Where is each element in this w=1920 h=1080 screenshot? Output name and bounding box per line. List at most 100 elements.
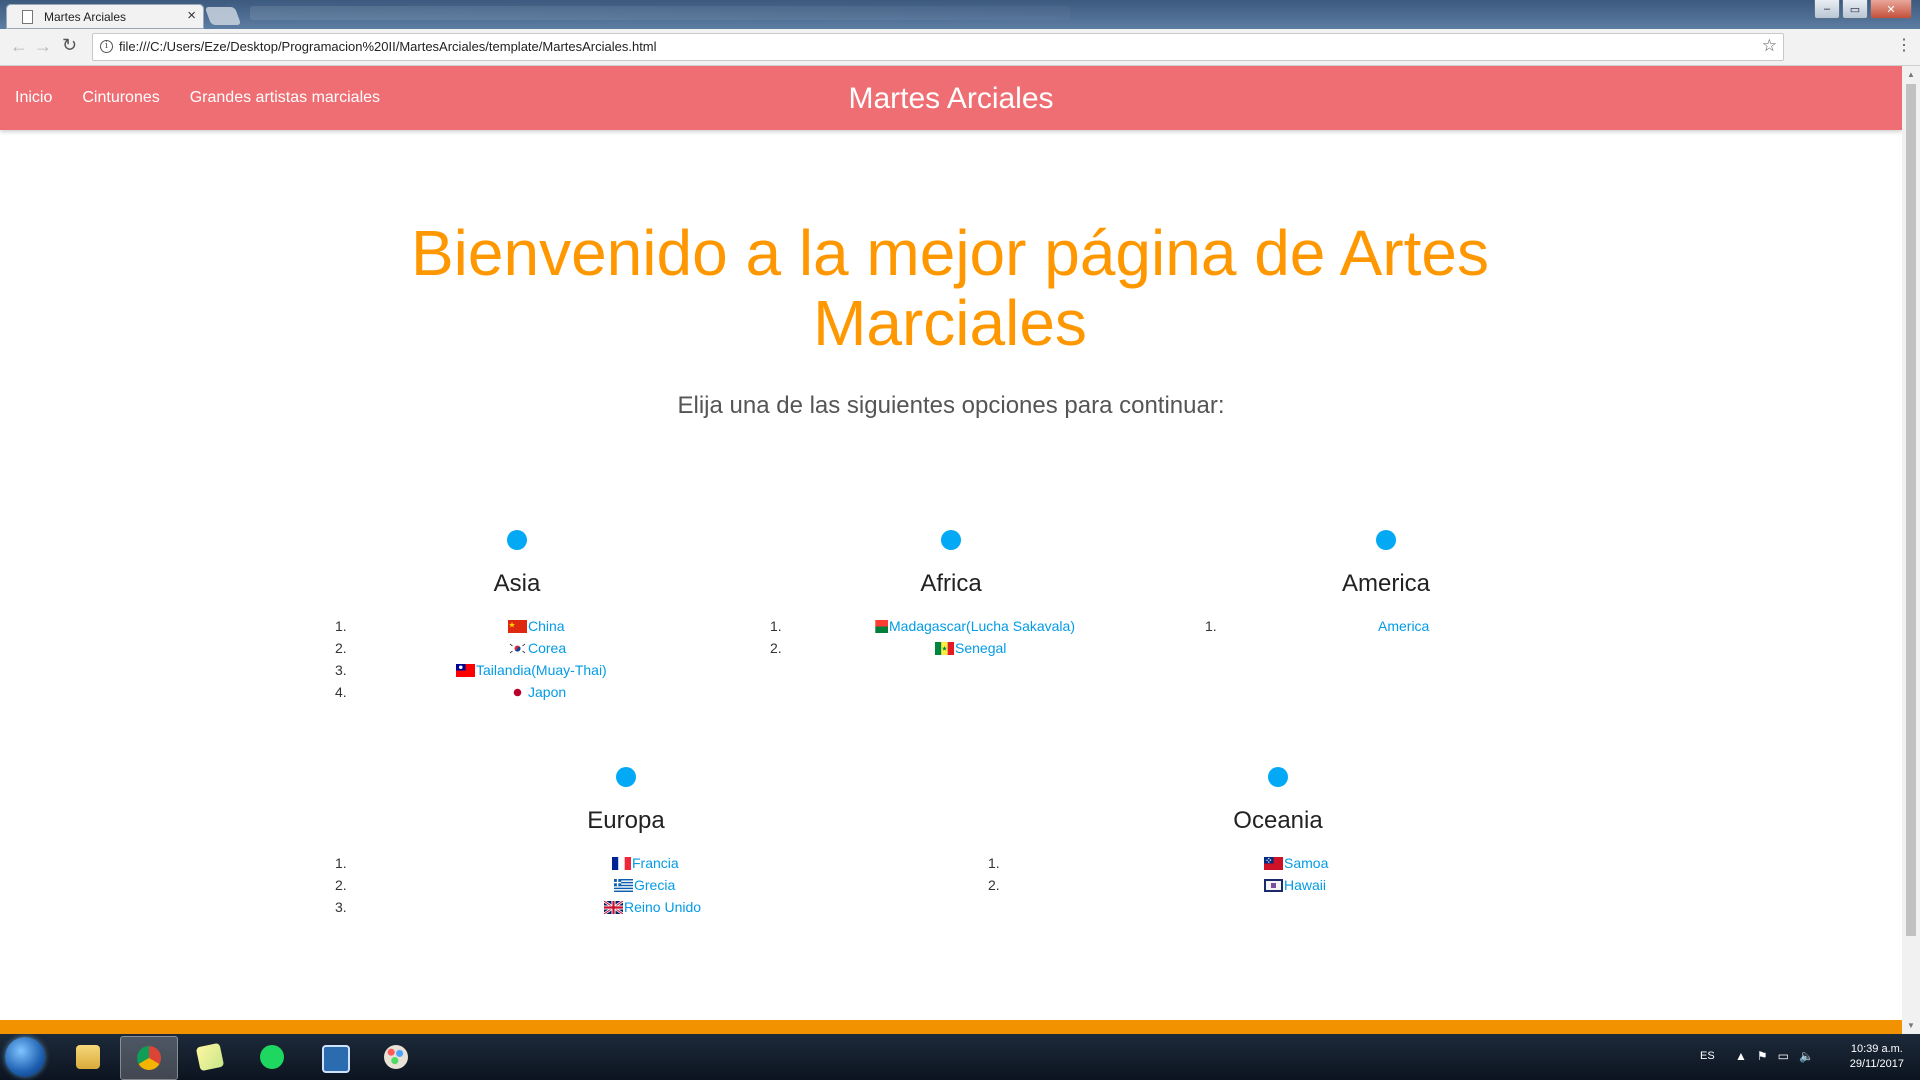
taskbar-spotify[interactable] (244, 1036, 300, 1078)
region-dot-icon (616, 767, 636, 787)
info-icon[interactable]: i (100, 40, 113, 53)
country-entry: Senegal (935, 640, 1006, 656)
maximize-button[interactable]: ▭ (1842, 0, 1868, 19)
taskbar-chrome[interactable] (120, 1036, 178, 1080)
forward-arrow-icon[interactable]: → (34, 36, 52, 57)
list-number: 2. (770, 640, 782, 656)
nav-link-inicio[interactable]: Inicio (15, 89, 52, 107)
taskbar-paint[interactable] (368, 1036, 424, 1078)
list-number: 1. (988, 855, 1000, 871)
taskbar-clock[interactable]: 10:39 a.m. 29/11/2017 (1850, 1042, 1904, 1072)
bookmark-star-icon[interactable]: ☆ (1762, 36, 1777, 56)
nav-link-cinturones[interactable]: Cinturones (82, 89, 159, 107)
sticky-notes-icon (195, 1042, 225, 1072)
nav-links: Inicio Cinturones Grandes artistas marci… (15, 66, 380, 130)
address-bar[interactable]: i file:///C:/Users/Eze/Desktop/Programac… (92, 33, 1784, 61)
tray-expand-icon[interactable]: ▲ (1735, 1049, 1757, 1063)
list-number: 3. (335, 662, 347, 678)
country-entry: Tailandia(Muay-Thai) (456, 662, 607, 678)
region-title-europa: Europa (587, 807, 665, 834)
taskbar-app-bracket[interactable] (306, 1036, 362, 1078)
footer-bar (0, 1020, 1902, 1034)
clock-time: 10:39 a.m. (1850, 1043, 1903, 1055)
tray-icons[interactable]: ▲⚑▭🔈 (1735, 1049, 1824, 1063)
country-list-oceania: 1. Samoa 2. Hawaii (0, 855, 1902, 899)
address-url[interactable]: file:///C:/Users/Eze/Desktop/Programacio… (119, 39, 657, 54)
country-entry: Reino Unido (604, 899, 701, 915)
scrollbar-thumb[interactable] (1906, 84, 1916, 936)
samoa-flag-icon (1264, 856, 1283, 870)
site-brand[interactable]: Martes Arciales (848, 82, 1053, 115)
minimize-button[interactable]: – (1814, 0, 1840, 19)
browser-tab-active[interactable]: Martes Arciales × (6, 4, 204, 29)
clock-date: 29/11/2017 (1849, 1058, 1904, 1070)
country-link-tailandia-muay-thai[interactable]: Tailandia(Muay-Thai) (476, 662, 607, 678)
taskbar-sticky-notes[interactable] (182, 1036, 238, 1078)
new-tab-button[interactable] (204, 7, 242, 25)
country-entry: America (1378, 618, 1429, 634)
document-icon (22, 10, 33, 24)
hero-title: Bienvenido a la mejor página de Artes Ma… (410, 217, 1490, 359)
folder-icon (76, 1045, 100, 1069)
browser-toolbar: ← → ↻ i file:///C:/Users/Eze/Desktop/Pro… (0, 29, 1920, 66)
region-dot-icon (941, 530, 961, 550)
list-number: 4. (335, 684, 347, 700)
country-link-senegal[interactable]: Senegal (955, 640, 1006, 656)
country-link-samoa[interactable]: Samoa (1284, 855, 1328, 871)
uk-flag-icon (604, 900, 623, 914)
country-entry: Japon (508, 684, 566, 700)
list-item: 2. Senegal (0, 640, 1902, 662)
paint-palette-icon (384, 1045, 408, 1069)
chrome-icon (137, 1046, 161, 1070)
hawaii-flag-icon (1264, 878, 1283, 892)
tab-close-icon[interactable]: × (187, 7, 196, 24)
list-number: 1. (1205, 618, 1217, 634)
country-entry: Hawaii (1264, 877, 1326, 893)
country-link-reino-unido[interactable]: Reino Unido (624, 899, 701, 915)
network-icon[interactable]: ▭ (1778, 1049, 1799, 1063)
list-number: 2. (988, 877, 1000, 893)
background-tabs-area (250, 6, 1070, 20)
reload-icon[interactable]: ↻ (62, 35, 77, 56)
taskbar-file-explorer[interactable] (60, 1036, 116, 1078)
windows-taskbar: ES ▲⚑▭🔈 10:39 a.m. 29/11/2017 (0, 1034, 1920, 1080)
spotify-icon (260, 1045, 284, 1069)
list-number: 3. (335, 899, 347, 915)
system-tray: ES ▲⚑▭🔈 10:39 a.m. 29/11/2017 (1690, 1034, 1920, 1080)
browser-tabstrip: Martes Arciales × – ▭ ✕ (0, 0, 1920, 29)
start-button[interactable] (5, 1037, 45, 1077)
language-indicator[interactable]: ES (1700, 1050, 1715, 1062)
region-title-oceania: Oceania (1233, 807, 1323, 834)
list-item: 3. Reino Unido (0, 899, 1902, 921)
japan-flag-icon (508, 686, 527, 699)
region-dot-icon (1376, 530, 1396, 550)
browser-menu-icon[interactable]: ⋮ (1896, 35, 1912, 55)
region-dot-icon (1268, 767, 1288, 787)
region-title-asia: Asia (493, 570, 541, 597)
list-item: 1. America (0, 618, 1902, 640)
country-link-america[interactable]: America (1378, 618, 1429, 634)
page-viewport: Inicio Cinturones Grandes artistas marci… (0, 66, 1902, 1034)
country-link-hawaii[interactable]: Hawaii (1284, 877, 1326, 893)
window-controls: – ▭ ✕ (1814, 0, 1912, 20)
volume-icon[interactable]: 🔈 (1799, 1049, 1824, 1063)
back-arrow-icon[interactable]: ← (10, 36, 28, 57)
scroll-down-icon[interactable]: ▼ (1907, 1021, 1915, 1030)
country-entry: Samoa (1264, 855, 1328, 871)
window-close-button[interactable]: ✕ (1870, 0, 1912, 19)
country-list-america: 1. America (0, 618, 1902, 640)
page-scrollbar[interactable]: ▲ ▼ (1902, 66, 1920, 1034)
senegal-flag-icon (935, 641, 954, 655)
list-item: 4. Japon (0, 684, 1902, 706)
list-item: 3. Tailandia(Muay-Thai) (0, 662, 1902, 684)
region-title-america: America (1341, 570, 1431, 597)
scroll-up-icon[interactable]: ▲ (1907, 70, 1915, 79)
country-link-japon[interactable]: Japon (528, 684, 566, 700)
action-center-flag-icon[interactable]: ⚑ (1757, 1049, 1778, 1063)
hero-subtitle: Elija una de las siguientes opciones par… (677, 392, 1225, 419)
region-dot-icon (507, 530, 527, 550)
region-title-africa: Africa (920, 570, 982, 597)
nav-link-grandes-artistas[interactable]: Grandes artistas marciales (190, 89, 380, 107)
site-navbar: Inicio Cinturones Grandes artistas marci… (0, 66, 1902, 130)
list-item: 1. Samoa (0, 855, 1902, 877)
